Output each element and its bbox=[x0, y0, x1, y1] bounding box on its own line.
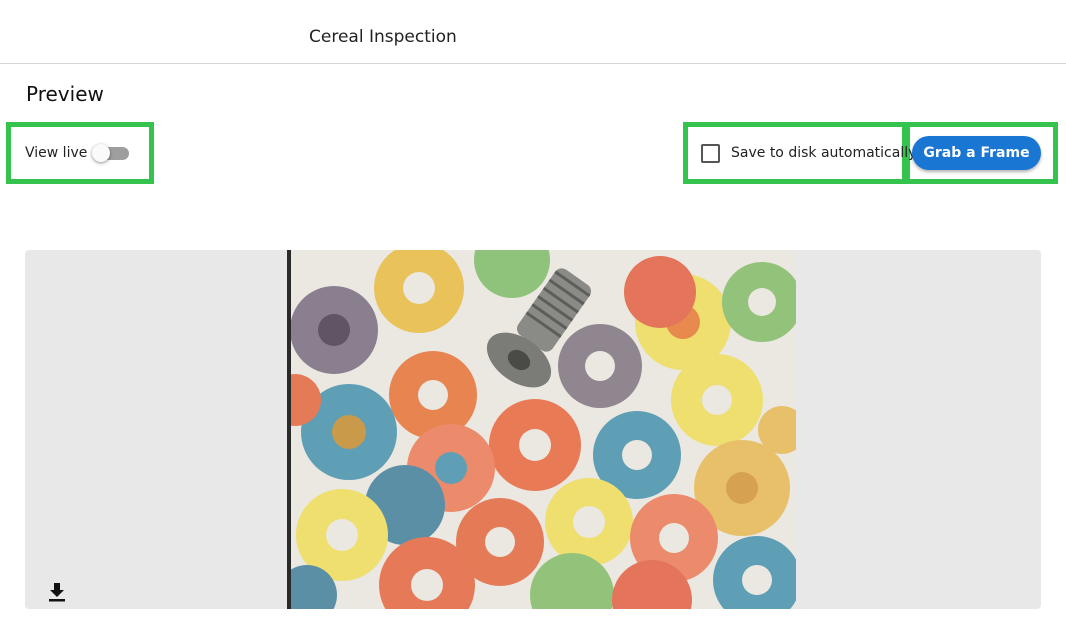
cereal-image bbox=[287, 250, 796, 609]
preview-title: Preview bbox=[26, 82, 104, 106]
grab-frame-button[interactable]: Grab a Frame bbox=[912, 136, 1041, 170]
captured-frame-image bbox=[287, 250, 796, 609]
header-divider bbox=[0, 63, 1066, 64]
frame-left-edge bbox=[287, 250, 291, 609]
save-to-disk-label[interactable]: Save to disk automatically bbox=[731, 145, 916, 161]
view-live-toggle[interactable] bbox=[92, 144, 130, 162]
download-icon[interactable] bbox=[48, 582, 66, 602]
app-title: Cereal Inspection bbox=[309, 27, 457, 47]
view-live-label: View live bbox=[25, 145, 88, 161]
preview-panel bbox=[25, 250, 1041, 609]
save-to-disk-checkbox[interactable] bbox=[701, 144, 720, 163]
toggle-thumb bbox=[92, 144, 110, 162]
